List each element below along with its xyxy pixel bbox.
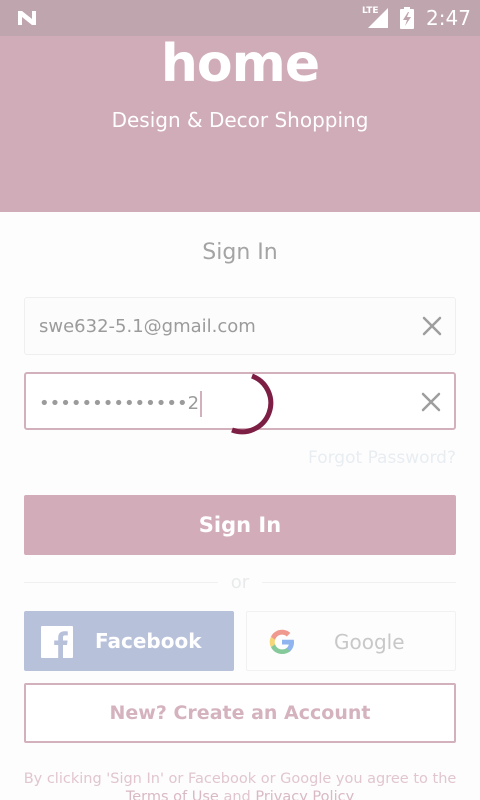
divider-right <box>262 582 456 583</box>
signal-icon <box>368 8 388 28</box>
password-text-wrap: ••••••••••••••2 <box>39 391 203 417</box>
text-caret <box>200 391 203 417</box>
clock: 2:47 <box>426 6 471 30</box>
close-icon[interactable] <box>420 391 442 413</box>
logo-text: home <box>160 34 320 94</box>
tagline: Design & Decor Shopping <box>111 108 369 132</box>
sign-in-screen: LTE 2:47 home Design & Decor Shopping Si… <box>0 0 480 800</box>
n-icon <box>18 11 36 25</box>
privacy-link[interactable]: Privacy Policy <box>255 789 354 800</box>
password-value: ••••••••••••••2 <box>39 393 200 414</box>
facebook-label: Facebook <box>95 629 202 653</box>
email-value: swe632-5.1@gmail.com <box>39 316 256 337</box>
or-label: or <box>230 572 250 593</box>
terms-link[interactable]: Terms of Use <box>126 789 219 800</box>
google-button[interactable]: Google <box>246 611 456 671</box>
status-bar: LTE 2:47 <box>0 0 480 36</box>
facebook-button[interactable]: Facebook <box>24 611 234 671</box>
google-label: Google <box>334 630 405 654</box>
logo: home <box>0 34 480 96</box>
email-field[interactable]: swe632-5.1@gmail.com <box>24 297 456 355</box>
brand-header: home Design & Decor Shopping <box>0 34 480 212</box>
battery-icon <box>400 7 414 29</box>
legal-notice: By clicking 'Sign In' or Facebook or Goo… <box>0 770 480 800</box>
forgot-password-link[interactable]: Forgot Password? <box>308 448 456 468</box>
create-account-button[interactable]: New? Create an Account <box>24 683 456 743</box>
page-title: Sign In <box>202 240 278 265</box>
sign-in-button[interactable]: Sign In <box>24 495 456 555</box>
legal-text: By clicking 'Sign In' or Facebook or Goo… <box>23 771 457 787</box>
divider-left <box>24 582 218 583</box>
google-icon <box>269 629 294 654</box>
close-icon[interactable] <box>421 315 443 337</box>
facebook-icon <box>41 626 73 658</box>
loading-spinner-icon <box>231 373 274 435</box>
legal-and: and <box>223 789 251 800</box>
